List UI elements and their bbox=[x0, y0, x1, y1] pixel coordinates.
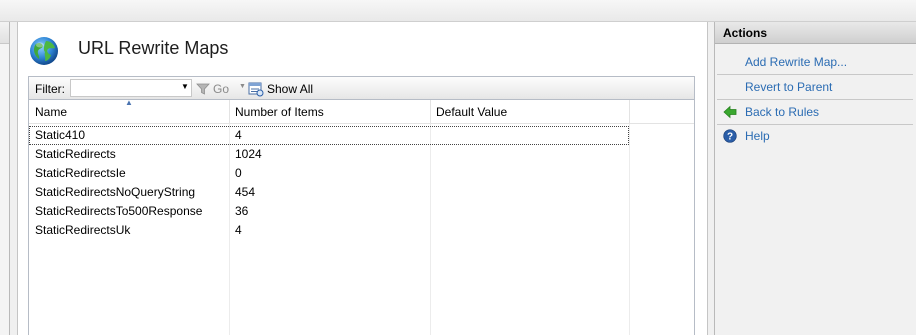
filter-input[interactable] bbox=[70, 79, 192, 97]
column-gridline bbox=[629, 124, 630, 335]
show-all-icon bbox=[248, 82, 264, 96]
help-link[interactable]: Help bbox=[745, 127, 770, 145]
column-header-number-of-items[interactable]: Number of Items bbox=[229, 100, 429, 124]
map-name: StaticRedirectsTo500Response bbox=[35, 204, 203, 218]
divider bbox=[717, 74, 913, 75]
back-arrow-icon bbox=[723, 105, 737, 119]
table-row[interactable]: Static410 4 bbox=[29, 126, 629, 145]
map-item-count: 4 bbox=[235, 128, 242, 142]
map-name: StaticRedirects bbox=[35, 147, 116, 161]
go-label: Go bbox=[213, 81, 230, 96]
actions-title: Actions bbox=[715, 22, 916, 44]
show-all-button[interactable]: Show All bbox=[248, 80, 313, 97]
svg-text:?: ? bbox=[727, 132, 733, 143]
chevron-down-icon[interactable]: ▼ bbox=[239, 83, 246, 90]
map-name: Static410 bbox=[35, 128, 86, 142]
connections-pane-edge bbox=[0, 22, 10, 335]
revert-to-parent-link[interactable]: Revert to Parent bbox=[745, 78, 832, 96]
rewrite-maps-list: Name ▲ Number of Items Default Value Sta… bbox=[28, 98, 695, 335]
column-header-default-value[interactable]: Default Value bbox=[430, 100, 630, 124]
map-name: StaticRedirectsUk bbox=[35, 223, 131, 237]
feature-header: URL Rewrite Maps bbox=[18, 22, 707, 77]
filter-toolbar: Filter: ▼ Go ▼ Show All bbox=[28, 76, 695, 100]
table-row[interactable]: StaticRedirectsUk 4 bbox=[29, 221, 629, 240]
map-item-count: 454 bbox=[235, 185, 256, 199]
sort-ascending-icon: ▲ bbox=[125, 98, 133, 107]
globe-icon bbox=[30, 37, 58, 65]
column-headers: Name ▲ Number of Items Default Value bbox=[29, 98, 694, 124]
help-icon: ? bbox=[723, 129, 737, 143]
connections-pane-header bbox=[0, 22, 9, 44]
table-row[interactable]: StaticRedirects 1024 bbox=[29, 145, 629, 164]
map-name: StaticRedirectsNoQueryString bbox=[35, 185, 196, 199]
column-divider[interactable] bbox=[629, 100, 630, 124]
back-to-rules-link[interactable]: Back to Rules bbox=[745, 103, 819, 121]
page-title: URL Rewrite Maps bbox=[78, 38, 229, 58]
table-row[interactable]: StaticRedirectsIe 0 bbox=[29, 164, 629, 183]
add-rewrite-map-link[interactable]: Add Rewrite Map... bbox=[745, 53, 847, 71]
table-row[interactable]: StaticRedirectsTo500Response 36 bbox=[29, 202, 629, 221]
window-top-strip bbox=[0, 0, 916, 22]
map-name: StaticRedirectsIe bbox=[35, 166, 126, 180]
divider bbox=[717, 124, 913, 125]
feature-view: URL Rewrite Maps Filter: ▼ Go ▼ Show All… bbox=[17, 22, 708, 335]
funnel-icon bbox=[196, 83, 210, 95]
table-row[interactable]: StaticRedirectsNoQueryString 454 bbox=[29, 183, 629, 202]
map-item-count: 36 bbox=[235, 204, 249, 218]
map-item-count: 4 bbox=[235, 223, 242, 237]
chevron-down-icon[interactable]: ▼ bbox=[179, 80, 191, 94]
list-rows: Static410 4 StaticRedirects 1024 StaticR… bbox=[29, 126, 629, 240]
go-button[interactable]: Go bbox=[196, 80, 229, 97]
map-item-count: 0 bbox=[235, 166, 242, 180]
show-all-label: Show All bbox=[267, 81, 314, 96]
divider bbox=[717, 99, 913, 100]
map-item-count: 1024 bbox=[235, 147, 262, 161]
filter-label: Filter: bbox=[35, 82, 65, 96]
actions-pane: Actions Add Rewrite Map... Revert to Par… bbox=[714, 22, 916, 335]
